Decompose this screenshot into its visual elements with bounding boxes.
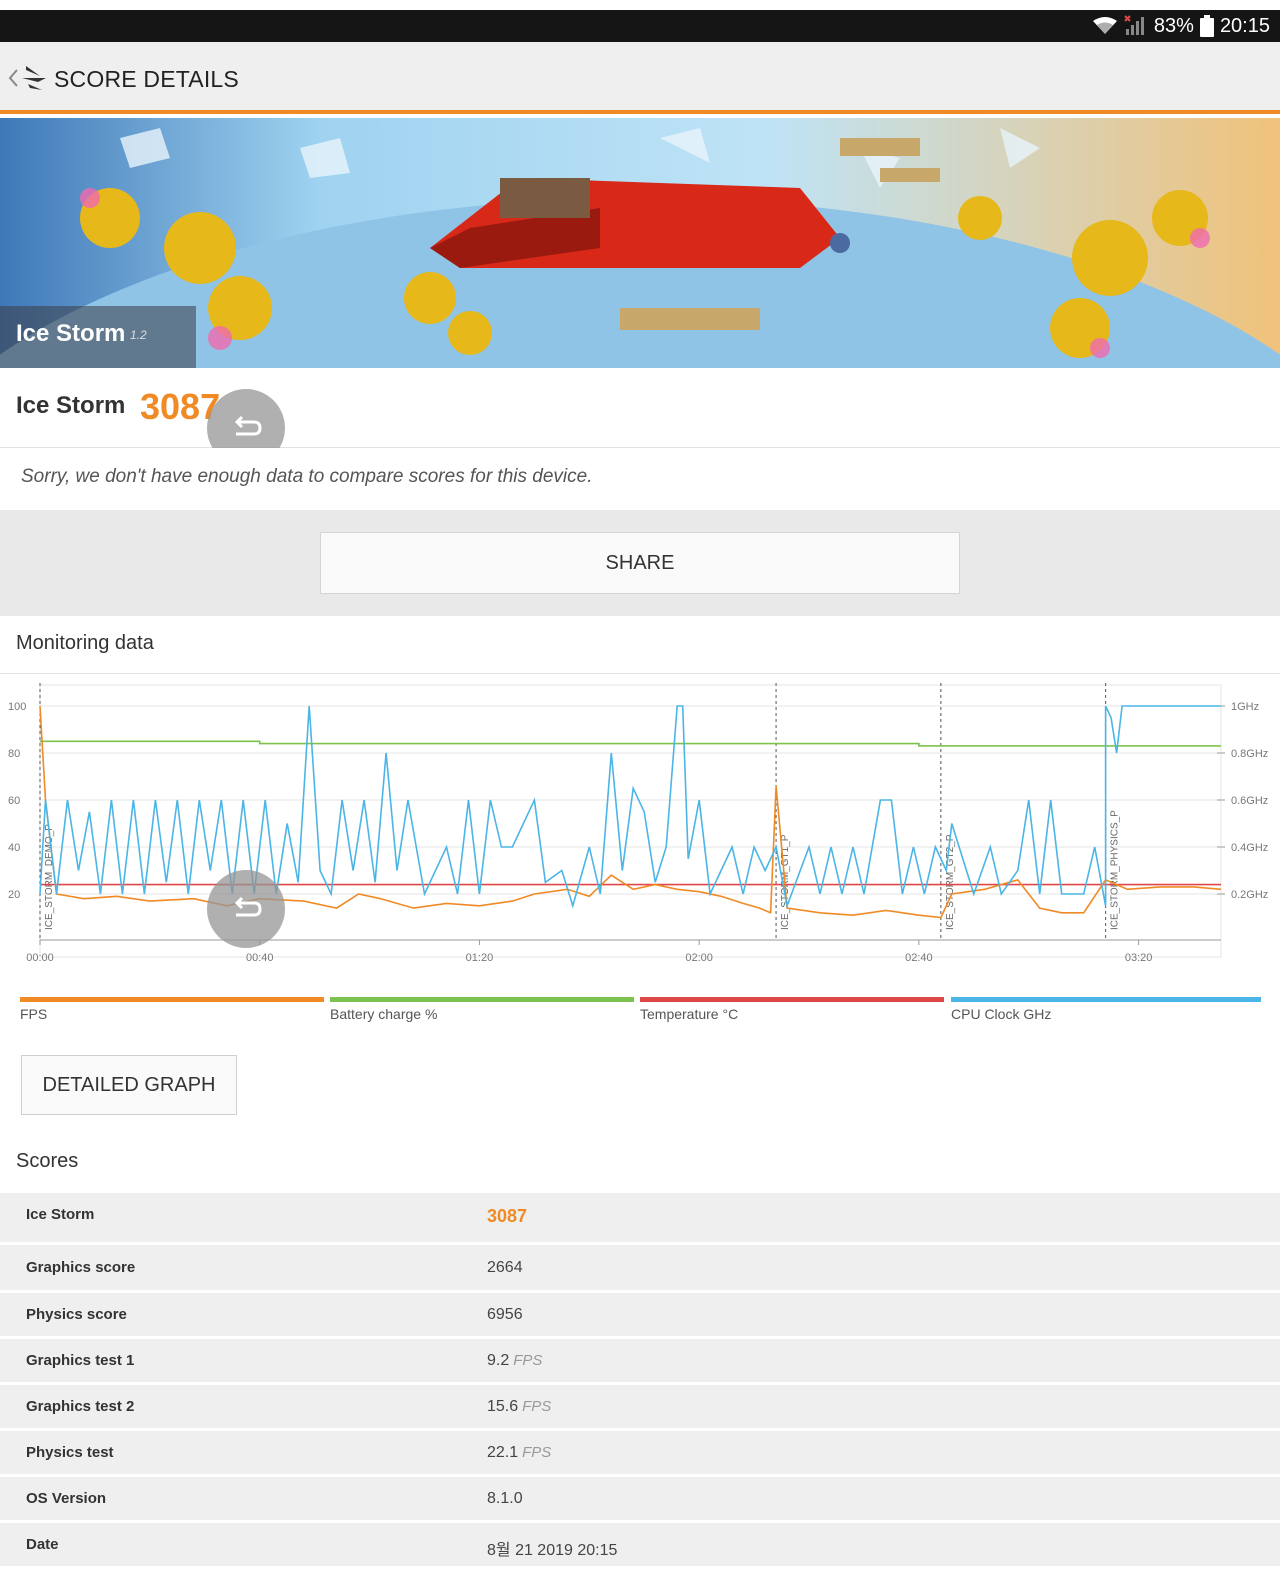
legend-battery: Battery charge % xyxy=(330,997,634,1027)
score-unit: FPS xyxy=(522,1398,552,1415)
return-icon xyxy=(234,415,262,436)
score-row-value: 2664 xyxy=(487,1259,523,1277)
app-logo-icon[interactable] xyxy=(20,62,48,92)
banner-label: Ice Storm 1.2 xyxy=(0,306,196,368)
score-row: Graphics test 1 9.2 FPS xyxy=(0,1336,1280,1382)
score-row-value: 15.6 FPS xyxy=(487,1398,551,1416)
score-value-text: 15.6 xyxy=(487,1398,519,1415)
wifi-icon xyxy=(1092,16,1118,36)
x-tick-label: 01:20 xyxy=(466,952,494,964)
legend-cpu: CPU Clock GHz xyxy=(951,997,1261,1027)
legend-cpu-swatch xyxy=(951,997,1261,1002)
test-marker-label: ICE_STORM_GT2_P xyxy=(945,834,956,930)
x-tick-label: 00:40 xyxy=(246,952,274,964)
scores-title: Scores xyxy=(16,1150,79,1172)
score-row: Physics score 6956 xyxy=(0,1290,1280,1336)
score-row: Date 8월 21 2019 20:15 xyxy=(0,1520,1280,1566)
score-row-value: 6956 xyxy=(487,1306,523,1324)
score-value-text: 2664 xyxy=(487,1259,523,1276)
score-value-text: 9.2 xyxy=(487,1352,510,1369)
detailed-graph-button[interactable]: DETAILED GRAPH xyxy=(21,1055,237,1115)
back-chevron-icon[interactable] xyxy=(6,66,20,90)
score-row-value: 9.2 FPS xyxy=(487,1352,542,1370)
y-right-tick-label: 0.2GHz xyxy=(1231,889,1268,901)
clock: 20:15 xyxy=(1219,14,1270,37)
x-tick-label: 02:40 xyxy=(905,952,933,964)
legend-temperature: Temperature °C xyxy=(640,997,944,1027)
score-row: Graphics score 2664 xyxy=(0,1242,1280,1290)
compare-message-row: Sorry, we don't have enough data to comp… xyxy=(0,448,1280,510)
score-row: Ice Storm 3087 xyxy=(0,1190,1280,1242)
compare-message: Sorry, we don't have enough data to comp… xyxy=(21,466,593,487)
share-button[interactable]: SHARE xyxy=(320,532,960,594)
y-left-tick-label: 20 xyxy=(8,889,20,901)
banner-title: Ice Storm xyxy=(16,320,126,347)
score-value-text: 8월 21 2019 20:15 xyxy=(487,1542,618,1559)
score-row-value: 8.1.0 xyxy=(487,1490,523,1508)
x-tick-label: 03:20 xyxy=(1125,952,1153,964)
top-band xyxy=(0,0,1280,10)
test-banner: Ice Storm 1.2 xyxy=(0,118,1280,368)
battery-icon xyxy=(1199,15,1214,37)
return-icon xyxy=(234,896,262,917)
banner-version: 1.2 xyxy=(130,328,147,342)
score-row-name: Date xyxy=(26,1536,59,1553)
score-row-name: Graphics score xyxy=(26,1259,136,1276)
y-right-tick-label: 0.6GHz xyxy=(1231,795,1268,807)
score-row: Graphics test 2 15.6 FPS xyxy=(0,1382,1280,1428)
score-value-text: 3087 xyxy=(487,1206,528,1226)
score-row-name: Ice Storm xyxy=(26,1206,95,1223)
score-header: Ice Storm 3087 xyxy=(0,368,1280,448)
monitoring-title: Monitoring data xyxy=(16,632,154,654)
score-value-text: 22.1 xyxy=(487,1444,519,1461)
monitoring-chart-svg: 100 80 60 40 20 1GHz 0.8GHz 0.6GHz 0.4GHz 0.2GHz 0… xyxy=(8,683,1268,964)
legend-fps: FPS xyxy=(20,997,324,1027)
battery-percent: 83% xyxy=(1153,14,1194,37)
score-row: Physics test 22.1 FPS xyxy=(0,1428,1280,1474)
score-name: Ice Storm xyxy=(16,392,126,419)
monitoring-chart: 100 80 60 40 20 1GHz 0.8GHz 0.6GHz 0.4GHz 0.2GHz 0… xyxy=(0,675,1280,1035)
x-tick-label: 02:00 xyxy=(685,952,713,964)
x-tick-label: 00:00 xyxy=(26,952,54,964)
share-band: SHARE xyxy=(0,510,1280,616)
legend-battery-swatch xyxy=(330,997,634,1002)
legend-fps-label: FPS xyxy=(20,1006,48,1022)
y-right-tick-label: 1GHz xyxy=(1231,701,1259,713)
app-bar: SCORE DETAILS xyxy=(0,42,1280,114)
score-row-name: OS Version xyxy=(26,1490,107,1507)
legend-fps-swatch xyxy=(20,997,324,1002)
score-unit: FPS xyxy=(522,1444,552,1461)
score-value-text: 6956 xyxy=(487,1306,523,1323)
score-row-name: Physics test xyxy=(26,1444,114,1461)
signal-icon xyxy=(1124,15,1148,37)
y-right-tick-label: 0.4GHz xyxy=(1231,842,1268,854)
floating-back-button-2[interactable] xyxy=(207,870,285,948)
page-title: SCORE DETAILS xyxy=(54,66,239,92)
status-bar: 83% 20:15 xyxy=(0,10,1280,42)
y-left-tick-label: 60 xyxy=(8,795,20,807)
legend-battery-label: Battery charge % xyxy=(330,1006,438,1022)
legend-temperature-label: Temperature °C xyxy=(640,1006,739,1022)
scores-table: Ice Storm 3087 Graphics score 2664 Physics s… xyxy=(0,1190,1280,1566)
y-right-tick-label: 0.8GHz xyxy=(1231,748,1268,760)
legend-temperature-swatch xyxy=(640,997,944,1002)
monitoring-header: Monitoring data xyxy=(0,616,1280,674)
score-row-name: Graphics test 1 xyxy=(26,1352,135,1369)
score-row-value: 8월 21 2019 20:15 xyxy=(487,1536,617,1560)
score-unit: FPS xyxy=(513,1352,543,1369)
y-left-tick-label: 100 xyxy=(8,701,26,713)
y-left-tick-label: 80 xyxy=(8,748,20,760)
score-row-value: 22.1 FPS xyxy=(487,1444,551,1462)
score-row: OS Version 8.1.0 xyxy=(0,1474,1280,1520)
score-row-value: 3087 xyxy=(487,1206,527,1227)
score-row-name: Physics score xyxy=(26,1306,127,1323)
score-row-name: Graphics test 2 xyxy=(26,1398,135,1415)
legend-cpu-label: CPU Clock GHz xyxy=(951,1006,1052,1022)
score-value-text: 8.1.0 xyxy=(487,1490,523,1507)
test-marker-label: ICE_STORM_PHYSICS_P xyxy=(1110,810,1121,930)
y-left-tick-label: 40 xyxy=(8,842,20,854)
